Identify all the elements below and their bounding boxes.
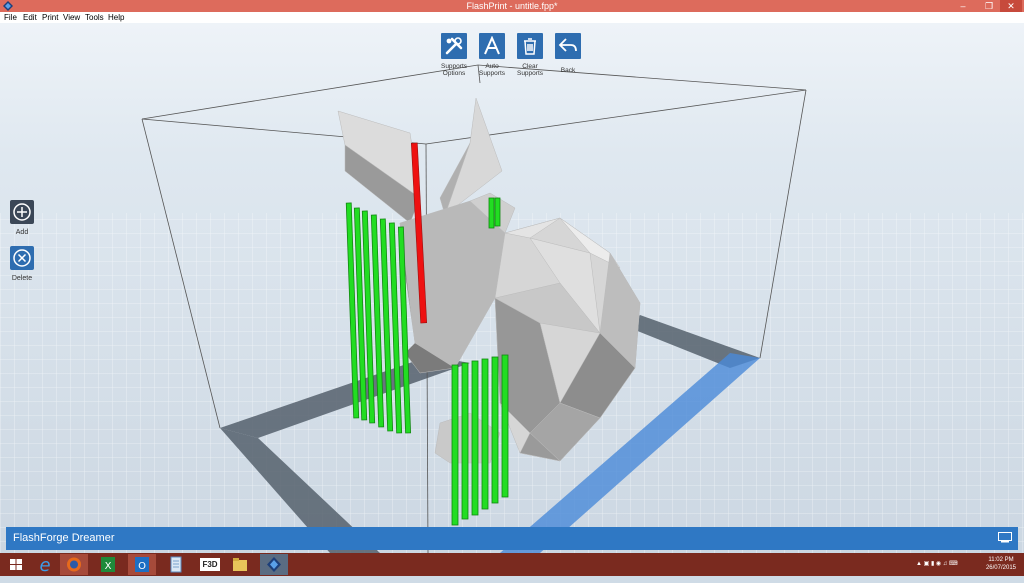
back-arrow-icon [558,38,577,52]
svg-text:e: e [39,555,50,575]
menu-view[interactable]: View [63,12,80,23]
minimize-icon[interactable]: – [952,0,974,12]
outlook-icon[interactable]: O [128,554,156,575]
system-tray-icons[interactable]: ▲ ▣ ▮ ◉ ♫ ⌨ [916,560,958,583]
taskbar: e X O F3D ▲ ▣ ▮ ◉ ♫ ⌨ 11:02 PM 26/07/201… [0,553,1024,576]
internet-explorer-icon[interactable]: e [31,554,59,575]
menu-help[interactable]: Help [108,12,124,23]
firefox-icon[interactable] [60,554,88,575]
status-bar: FlashForge Dreamer [6,527,1018,550]
menu-print[interactable]: Print [42,12,58,23]
plus-circle-icon [13,203,31,221]
menu-tools[interactable]: Tools [85,12,104,23]
machine-name: FlashForge Dreamer [13,532,115,544]
device-icon[interactable] [998,532,1012,543]
back-label: Back [560,67,576,74]
excel-icon[interactable]: X [94,554,122,575]
add-button[interactable] [10,200,34,224]
window-title: FlashPrint - untitle.fpp* [466,1,558,11]
build-plate-scene [0,64,1024,553]
tools-icon [445,37,463,55]
menu-bar: File Edit Print View Tools Help [0,12,1024,23]
clock[interactable]: 11:02 PM 26/07/2015 [986,556,1016,572]
delete-button[interactable] [10,246,34,270]
svg-text:X: X [105,561,112,572]
close-icon[interactable]: ✕ [1000,0,1022,12]
menu-file[interactable]: File [4,12,17,23]
time: 11:02 PM [988,557,1014,563]
delete-circle-icon [13,249,31,267]
delete-label: Delete [11,275,33,282]
trash-icon [524,38,536,55]
f3d-icon: F3D [200,558,220,571]
windows-start-icon[interactable] [2,554,30,575]
add-label: Add [15,229,29,236]
clear-supports-button[interactable] [517,33,543,59]
date: 26/07/2015 [985,565,1016,571]
flashprint-taskbar-icon[interactable] [260,554,288,575]
svg-text:O: O [138,561,146,572]
title-bar: FlashPrint - untitle.fpp* – ❐ ✕ [0,0,1024,12]
file-explorer-icon[interactable] [226,554,254,575]
menu-edit[interactable]: Edit [23,12,37,23]
f3d-app[interactable]: F3D [196,554,224,575]
3d-viewport[interactable]: Supports Options Auto Supports Clear Suppor… [0,23,1024,553]
notepad-icon[interactable] [162,554,190,575]
auto-supports-button[interactable] [479,33,505,59]
letter-a-icon [484,36,500,55]
back-button[interactable] [555,33,581,59]
restore-icon[interactable]: ❐ [978,0,1000,12]
supports-options-button[interactable] [441,33,467,59]
